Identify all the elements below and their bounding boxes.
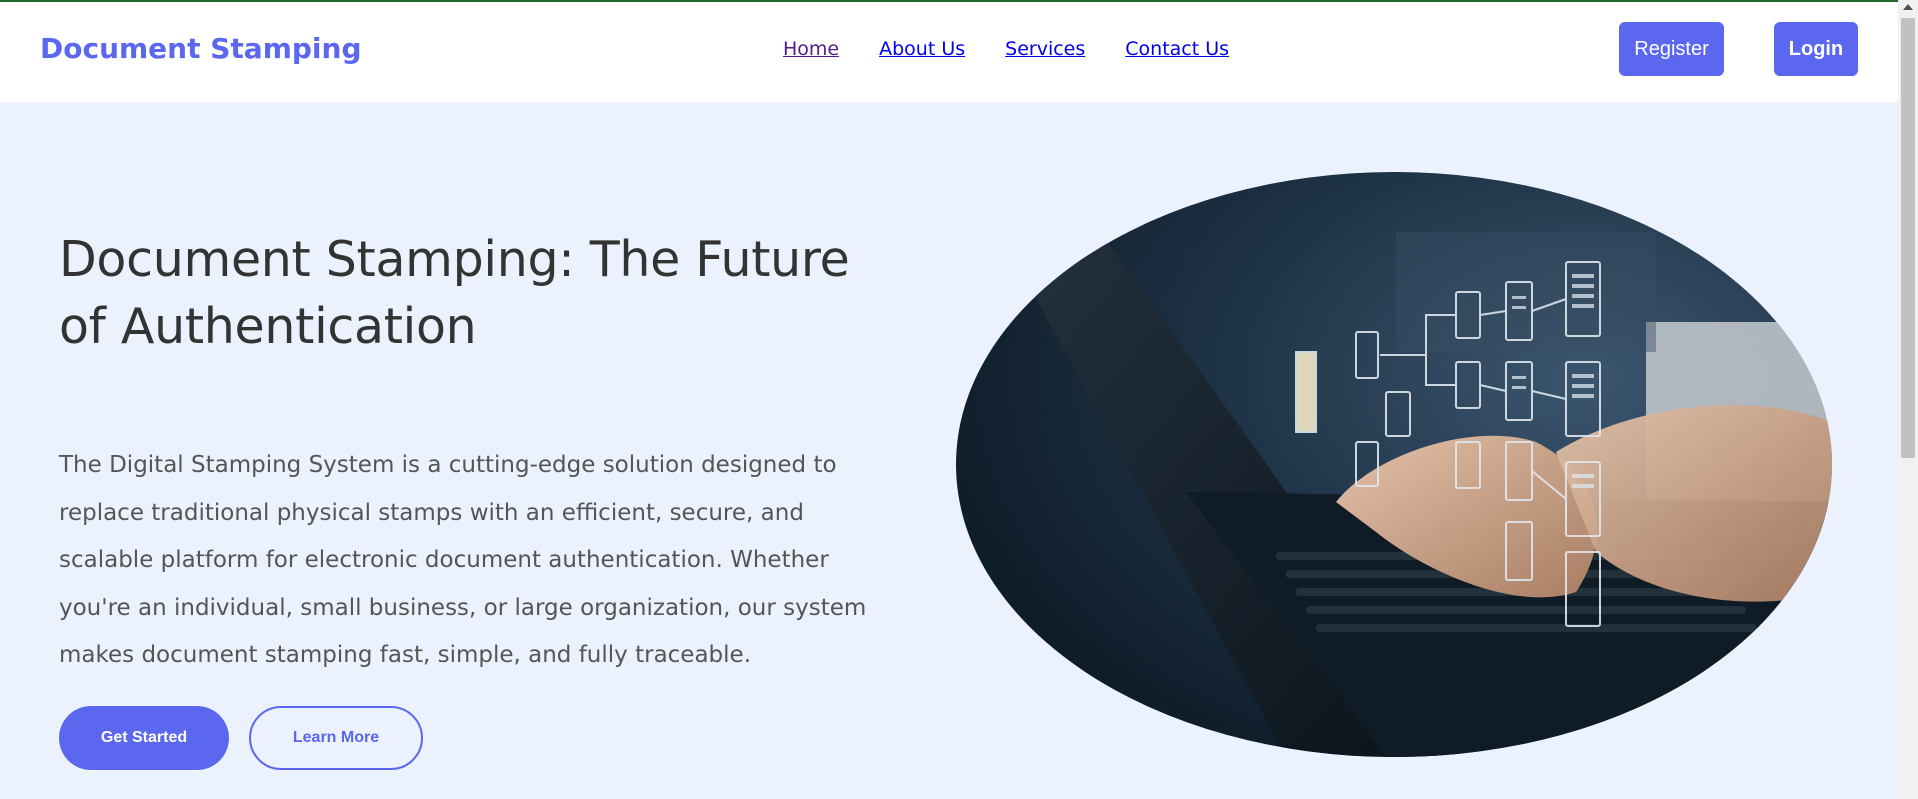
hero-image: [956, 172, 1832, 757]
main-nav: Home About Us Services Contact Us: [783, 38, 1229, 60]
hero-section: Document Stamping: The Future of Authent…: [0, 102, 1898, 799]
nav-about-link[interactable]: About Us: [879, 38, 965, 60]
learn-more-button[interactable]: Learn More: [249, 706, 423, 770]
nav-home-link[interactable]: Home: [783, 38, 839, 60]
laptop-typing-illustration: [956, 172, 1832, 757]
nav-services-link[interactable]: Services: [1005, 38, 1085, 60]
brand-logo[interactable]: Document Stamping: [40, 32, 361, 65]
hero-title: Document Stamping: The Future of Authent…: [59, 231, 850, 355]
hero-description: The Digital Stamping System is a cutting…: [59, 452, 867, 668]
nav-contact-link[interactable]: Contact Us: [1125, 38, 1229, 60]
scrollbar-thumb[interactable]: [1901, 18, 1915, 458]
page-scrollbar[interactable]: [1898, 0, 1918, 799]
get-started-button[interactable]: Get Started: [59, 706, 229, 770]
login-button[interactable]: Login: [1774, 22, 1858, 76]
register-button[interactable]: Register: [1619, 22, 1724, 76]
scroll-up-arrow-icon[interactable]: [1903, 4, 1913, 10]
site-header: Document Stamping Home About Us Services…: [0, 2, 1898, 102]
